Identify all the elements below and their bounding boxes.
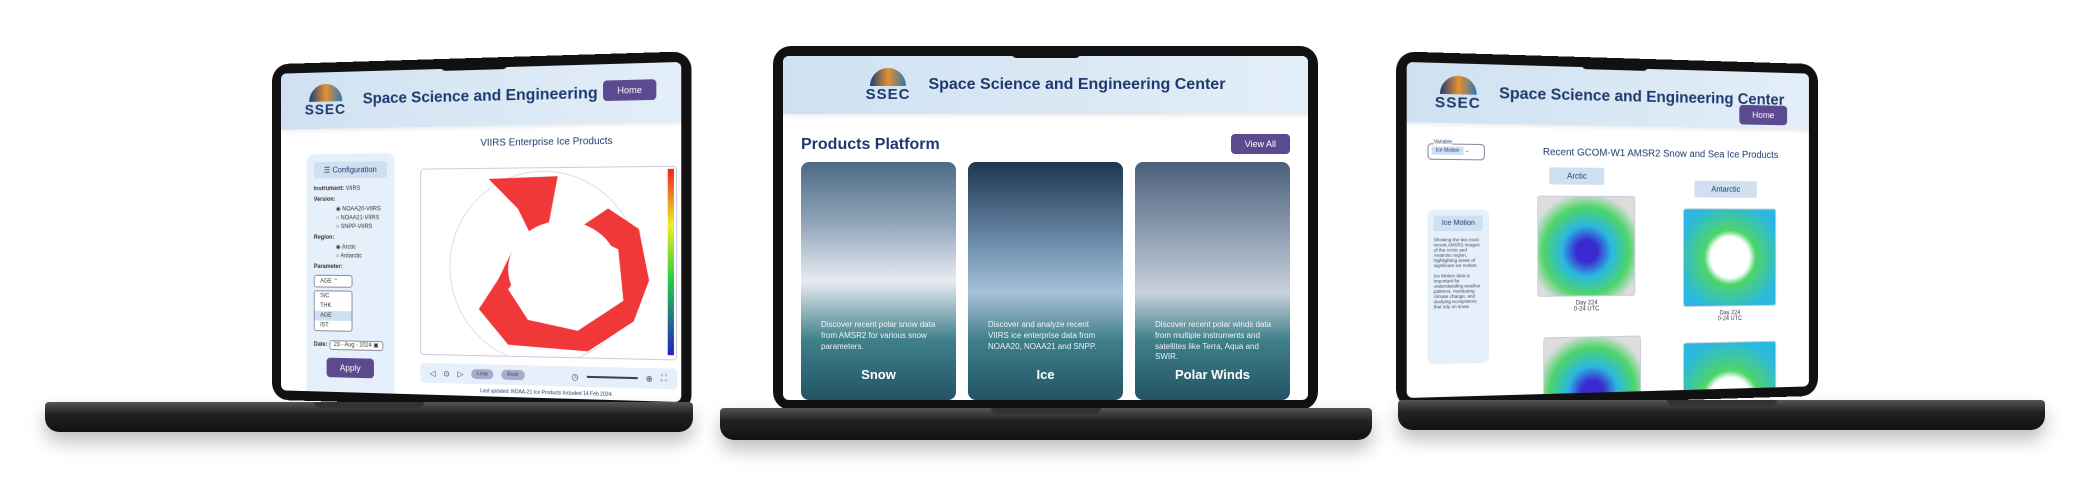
arctic-tab[interactable]: Arctic (1549, 167, 1604, 185)
home-button[interactable]: Home (1739, 105, 1787, 125)
camera-notch (440, 57, 508, 71)
panel-text: Ice Motion data is important for underst… (1434, 273, 1483, 309)
version-radio-snpp[interactable]: ○ SNPP-VIIRS (336, 224, 387, 230)
card-title: Polar Winds (1135, 367, 1290, 382)
antarctic-tab[interactable]: Antarctic (1694, 181, 1757, 198)
loop-toggle[interactable]: Loop (471, 369, 494, 380)
speed-slider[interactable] (587, 376, 638, 379)
chevron-down-icon: ⌄ (1465, 148, 1469, 154)
view-all-button[interactable]: View All (1231, 134, 1290, 154)
config-title: ☰ Configuration (314, 161, 387, 178)
rock-toggle[interactable]: Rock (501, 370, 524, 381)
panel-title: Ice Motion (1434, 216, 1483, 231)
card-ice[interactable]: Discover and analyze recent VIIRS ice en… (968, 162, 1123, 400)
antarctic-image (1683, 208, 1776, 307)
chevron-up-icon: ⌃ (333, 279, 338, 285)
parameter-select[interactable]: AGE ⌃ (314, 275, 353, 288)
version-label: Version: (314, 197, 336, 203)
instrument-value: VIIRS (346, 186, 361, 192)
card-snow[interactable]: Discover recent polar snow data from AMS… (801, 162, 956, 400)
panel-text: Showing the two most recent AMSR2 images… (1434, 237, 1483, 268)
fullscreen-icon[interactable]: ⛶ (661, 374, 667, 384)
antarctic-image-2 (1683, 341, 1776, 398)
card-description: Discover recent polar snow data from AMS… (821, 320, 940, 352)
region-radio-arctic[interactable]: ◉ Arctic (336, 244, 387, 251)
camera-notch (1581, 57, 1649, 71)
ssec-logo: SSEC (305, 83, 346, 118)
products-page: SSEC Space Science and Engineering Cente… (783, 56, 1308, 400)
arctic-image (1537, 196, 1635, 297)
header: SSEC Space Science and Engineering Cente… (281, 62, 681, 130)
version-radio-noaa21[interactable]: ○ NOAA21-VIIRS (336, 215, 387, 221)
ice-map-image (420, 166, 677, 361)
header: SSEC Space Science and Engineering Cente… (783, 56, 1308, 114)
section-heading: Products Platform (801, 136, 940, 154)
card-title: Ice (968, 367, 1123, 382)
option-sic[interactable]: SIC (315, 291, 352, 301)
viirs-page: SSEC Space Science and Engineering Cente… (281, 62, 681, 402)
zoom-icon[interactable]: ⊕ (646, 374, 653, 383)
page-title: Recent GCOM-W1 AMSR2 Snow and Sea Ice Pr… (1529, 147, 1790, 161)
calendar-icon: ▣ (373, 343, 378, 349)
play-icon[interactable]: ⊙ (443, 369, 449, 378)
region-radio-antarctic[interactable]: ○ Antarctic (336, 253, 387, 259)
parameter-label: Parameter: (314, 264, 343, 270)
site-title: Space Science and Engineering Center (928, 76, 1225, 94)
option-thk[interactable]: THK (315, 301, 352, 311)
map-title: VIIRS Enterprise Ice Products (420, 135, 677, 150)
laptop-right-lid: SSEC Space Science and Engineering Cente… (1396, 51, 1818, 408)
ssec-logo: SSEC (1435, 75, 1481, 112)
prev-icon[interactable]: ◁ (430, 368, 436, 377)
laptop-left-base (45, 402, 693, 432)
card-description: Discover recent polar winds data from mu… (1155, 320, 1274, 363)
camera-notch (1011, 46, 1081, 58)
parameter-options: SIC THK AGE IST (314, 290, 353, 332)
arctic-image-2 (1543, 336, 1641, 399)
speed-icon: ◷ (571, 372, 578, 381)
apply-button[interactable]: Apply (327, 358, 374, 379)
card-description: Discover and analyze recent VIIRS ice en… (988, 320, 1107, 352)
config-panel: ☰ Configuration Instrument: VIIRS Versio… (306, 153, 394, 399)
option-age[interactable]: AGE (315, 311, 352, 321)
amsr2-page: SSEC Space Science and Engineering Cente… (1407, 62, 1809, 398)
variable-label: Variable (1434, 139, 1453, 145)
ssec-logo: SSEC (866, 68, 911, 103)
laptop-middle-lid: SSEC Space Science and Engineering Cente… (773, 46, 1318, 410)
card-title: Snow (801, 367, 956, 382)
arctic-caption: Day 224 0-24 UTC (1537, 300, 1635, 313)
option-ist[interactable]: IST (315, 320, 352, 330)
antarctic-caption: Day 224 0-24 UTC (1683, 310, 1776, 323)
last-updated: Last updated: NOAA-21 Ice Products Inclu… (420, 387, 677, 400)
next-icon[interactable]: ▷ (457, 369, 463, 378)
variable-select[interactable]: Variable Ice Motion ⌄ (1427, 143, 1484, 160)
date-label: Date: (314, 342, 328, 348)
header: SSEC Space Science and Engineering Cente… (1407, 62, 1809, 130)
version-radio-noaa20[interactable]: ◉ NOAA20-VIIRS (336, 205, 387, 212)
animation-controls: ◁ ⊙ ▷ Loop Rock ◷ ⊕ ⛶ (420, 363, 677, 390)
region-label: Region: (314, 235, 335, 241)
laptop-right-base (1398, 400, 2045, 430)
card-polar-winds[interactable]: Discover recent polar winds data from mu… (1135, 162, 1290, 400)
laptop-left-lid: SSEC Space Science and Engineering Cente… (272, 51, 692, 412)
laptop-middle-base (720, 408, 1372, 440)
instrument-label: Instrument: (314, 186, 344, 192)
info-panel: Ice Motion Showing the two most recent A… (1427, 209, 1489, 364)
home-button[interactable]: Home (603, 79, 656, 101)
date-input[interactable]: 23 - Aug - 2024 ▣ (329, 340, 383, 351)
